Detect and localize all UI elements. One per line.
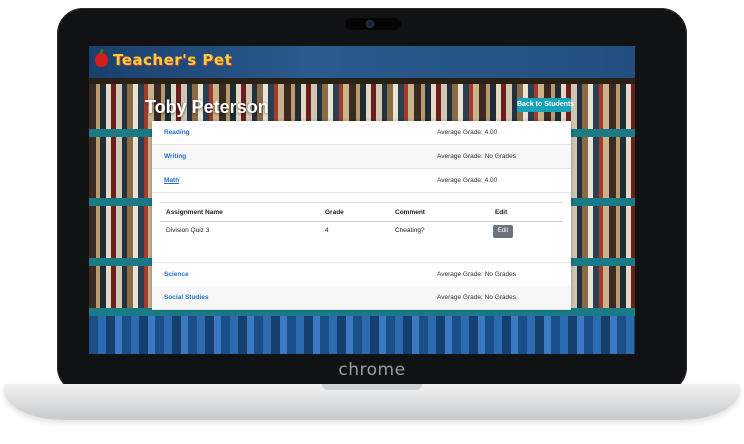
subject-link-writing[interactable]: Writing [164,153,186,160]
subject-link-reading[interactable]: Reading [164,129,190,136]
subject-link-math[interactable]: Math [164,177,179,184]
column-header: Comment [395,209,425,216]
shelf-edge [89,78,635,84]
subject-row-writing: Writing Average Grade: No Grades [152,145,571,169]
column-header: Assignment Name [166,209,223,216]
assignments-table: Assignment Name Grade Comment Edit Divis… [160,202,563,260]
column-header: Grade [325,209,344,216]
apple-icon [95,53,108,67]
average-grade: Average Grade: 4.00 [437,177,498,184]
average-grade: Average Grade: 4.00 [437,129,498,136]
app-logo[interactable]: Teacher's Pet [113,51,232,69]
base-notch [322,384,422,390]
student-name: Toby Peterson [145,97,269,117]
subject-link-science[interactable]: Science [164,271,189,278]
subject-link-social-studies[interactable]: Social Studies [164,294,208,301]
subject-row-social-studies: Social Studies Average Grade: No Grades [152,286,571,310]
average-grade: Average Grade: No Grades [437,271,517,278]
camera-bar [345,18,401,30]
back-to-students-button[interactable]: Back to Students [517,98,574,112]
subject-row-science: Science Average Grade: No Grades [152,262,571,287]
assignment-name: Division Quiz 3 [166,227,210,234]
laptop-base [4,384,740,420]
table-header: Assignment Name Grade Comment Edit [160,202,563,222]
grades-card: Reading Average Grade: 4.00 Writing Aver… [152,121,571,310]
laptop-brand-label: chrome [338,360,406,380]
edit-button[interactable]: Edit [493,225,513,238]
assignment-comment: Cheating? [395,227,425,234]
webcam-icon [367,21,373,27]
app-screen: Teacher's Pet Toby Peterson Back to Stud… [89,46,635,354]
average-grade: Average Grade: No Grades [437,153,517,160]
navbar: Teacher's Pet [89,46,635,78]
background-strip [89,316,635,354]
subject-row-reading: Reading Average Grade: 4.00 [152,121,571,145]
column-header: Edit [495,209,508,216]
assignment-grade: 4 [325,227,329,234]
subject-row-math: Math Average Grade: 4.00 [152,169,571,193]
average-grade: Average Grade: No Grades [437,294,517,301]
